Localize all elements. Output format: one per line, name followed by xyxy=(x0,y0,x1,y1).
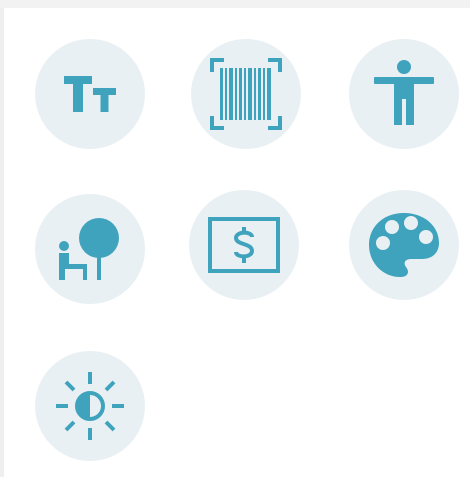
brightness-contrast-icon xyxy=(56,372,124,440)
icon-grid-panel xyxy=(0,8,470,477)
barcode-scan-button[interactable] xyxy=(191,39,301,149)
barcode-scan-icon xyxy=(210,58,282,130)
palette-button[interactable] xyxy=(349,190,459,300)
accessibility-button[interactable] xyxy=(349,39,459,149)
scenery-button[interactable] xyxy=(35,194,145,304)
palette-icon xyxy=(369,213,439,277)
text-size-button[interactable] xyxy=(35,39,145,149)
text-size-icon xyxy=(64,76,116,112)
brightness-button[interactable] xyxy=(35,351,145,461)
price-button[interactable] xyxy=(189,190,299,300)
accessibility-icon xyxy=(374,60,434,125)
person-tree-icon xyxy=(59,218,119,280)
dollar-bill-icon xyxy=(208,217,280,273)
